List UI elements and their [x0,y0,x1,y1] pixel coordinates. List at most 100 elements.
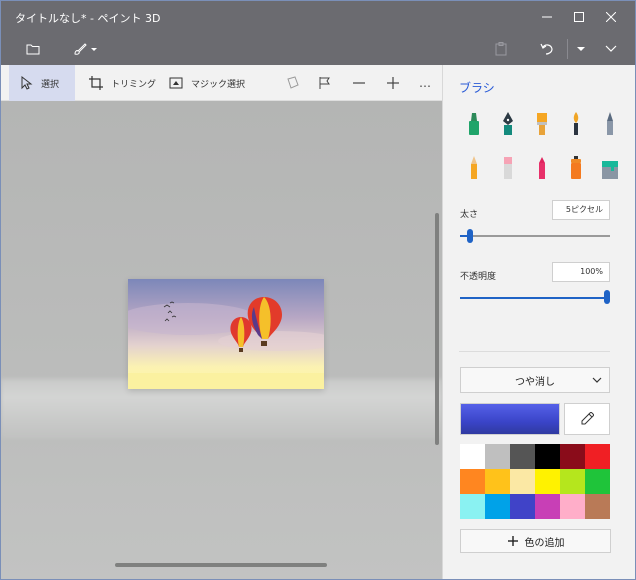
color-swatch[interactable] [460,494,485,519]
watercolor-icon [573,112,579,135]
color-swatch[interactable] [485,494,510,519]
brush-grid [459,109,625,183]
magic-select-icon [169,77,183,89]
expand-button[interactable] [597,33,625,65]
thickness-slider-track[interactable] [460,235,610,237]
brush-panel: ブラシ 太さ 5ピクセル 不透明度 100% つや消し 色の追加 [442,65,635,579]
cursor-icon [21,76,33,90]
color-swatch[interactable] [560,444,585,469]
flag-button[interactable] [309,65,341,101]
paste-button[interactable] [487,33,515,65]
brush-watercolor[interactable] [561,109,591,139]
plus-icon [387,77,399,89]
caret-down-icon [577,47,585,51]
sticker-icon [287,76,299,89]
select-tool[interactable]: 選択 [9,65,75,101]
chevron-down-icon [592,377,602,383]
marker-icon [469,113,479,135]
pixel-pen-icon [607,112,613,135]
color-swatch[interactable] [535,494,560,519]
paint3d-window: タイトルなし* - ペイント 3D 選択 トリミング マジック選択 … ブラシ … [0,0,636,580]
zoom-in-button[interactable] [377,65,409,101]
color-swatch[interactable] [535,444,560,469]
crop-tool-label: トリミング [111,79,157,90]
color-swatch[interactable] [585,494,610,519]
undo-button[interactable] [533,33,561,65]
eyedropper-icon [581,412,594,425]
close-button[interactable] [595,1,627,33]
color-swatch[interactable] [510,494,535,519]
current-color-swatch[interactable] [460,403,560,435]
brush-crayon[interactable] [527,153,557,183]
more-button[interactable]: … [409,65,441,101]
select-tool-label: 選択 [41,79,60,90]
brush-marker[interactable] [459,109,489,139]
crop-tool[interactable]: トリミング [79,65,166,101]
maximize-button[interactable] [563,1,595,33]
panel-title: ブラシ [459,81,495,95]
brush-spray[interactable] [561,153,591,183]
clipboard-icon [495,42,507,56]
eyedropper-button[interactable] [564,403,610,435]
thickness-label: 太さ [460,210,479,220]
history-dropdown[interactable] [573,33,589,65]
brush-icon [74,43,97,55]
brush-oil[interactable] [527,109,557,139]
canvas-image[interactable] [128,279,324,389]
add-color-button[interactable]: 色の追加 [460,529,611,553]
color-swatch[interactable] [485,469,510,494]
folder-icon [26,44,40,55]
horizontal-scrollbar[interactable] [115,563,327,567]
finish-dropdown[interactable]: つや消し [460,367,610,393]
minimize-button[interactable] [531,1,563,33]
magic-select-tool[interactable]: マジック選択 [159,65,255,101]
chevron-down-icon [605,45,617,52]
color-swatch[interactable] [485,444,510,469]
toolbar-divider [567,39,568,59]
magic-select-label: マジック選択 [191,79,246,90]
eraser-icon [504,157,512,179]
canvas-workspace[interactable] [1,101,442,579]
maximize-icon [574,12,584,22]
vertical-scrollbar[interactable] [435,213,439,445]
title-bar: タイトルなし* - ペイント 3D [1,1,635,33]
flag-icon [319,77,330,89]
brush-calligraphy[interactable] [493,109,523,139]
brush-pixel[interactable] [595,109,625,139]
panel-divider [459,351,610,352]
menu-button[interactable] [17,33,49,65]
brush-pencil[interactable] [459,153,489,183]
color-swatch[interactable] [510,469,535,494]
color-swatch[interactable] [460,444,485,469]
brush-fill[interactable] [595,153,625,183]
opacity-slider-thumb[interactable] [604,290,610,304]
thickness-input[interactable]: 5ピクセル [552,200,610,220]
balloon-photo [128,279,324,389]
crayon-icon [539,157,545,179]
thickness-slider-thumb[interactable] [467,229,474,243]
opacity-label: 不透明度 [460,272,497,282]
color-swatch[interactable] [460,469,485,494]
color-swatch[interactable] [585,444,610,469]
color-swatch[interactable] [585,469,610,494]
opacity-slider-fill [460,297,607,299]
color-swatch[interactable] [560,469,585,494]
color-swatch[interactable] [535,469,560,494]
opacity-input[interactable]: 100% [552,262,610,282]
spray-can-icon [571,156,581,179]
add-color-label: 色の追加 [524,537,565,549]
close-icon [606,12,616,22]
minimize-icon [542,16,552,18]
finish-selected: つや消し [515,376,555,388]
copy-stamp-button[interactable] [277,65,309,101]
art-tools-button[interactable] [67,33,103,65]
pencil-icon [471,156,477,179]
color-palette [460,444,610,519]
brush-eraser[interactable] [493,153,523,183]
color-swatch[interactable] [560,494,585,519]
window-title: タイトルなし* - ペイント 3D [15,12,161,25]
zoom-out-button[interactable] [343,65,375,101]
color-swatch[interactable] [510,444,535,469]
crop-icon [89,76,103,90]
app-bar [1,33,635,65]
